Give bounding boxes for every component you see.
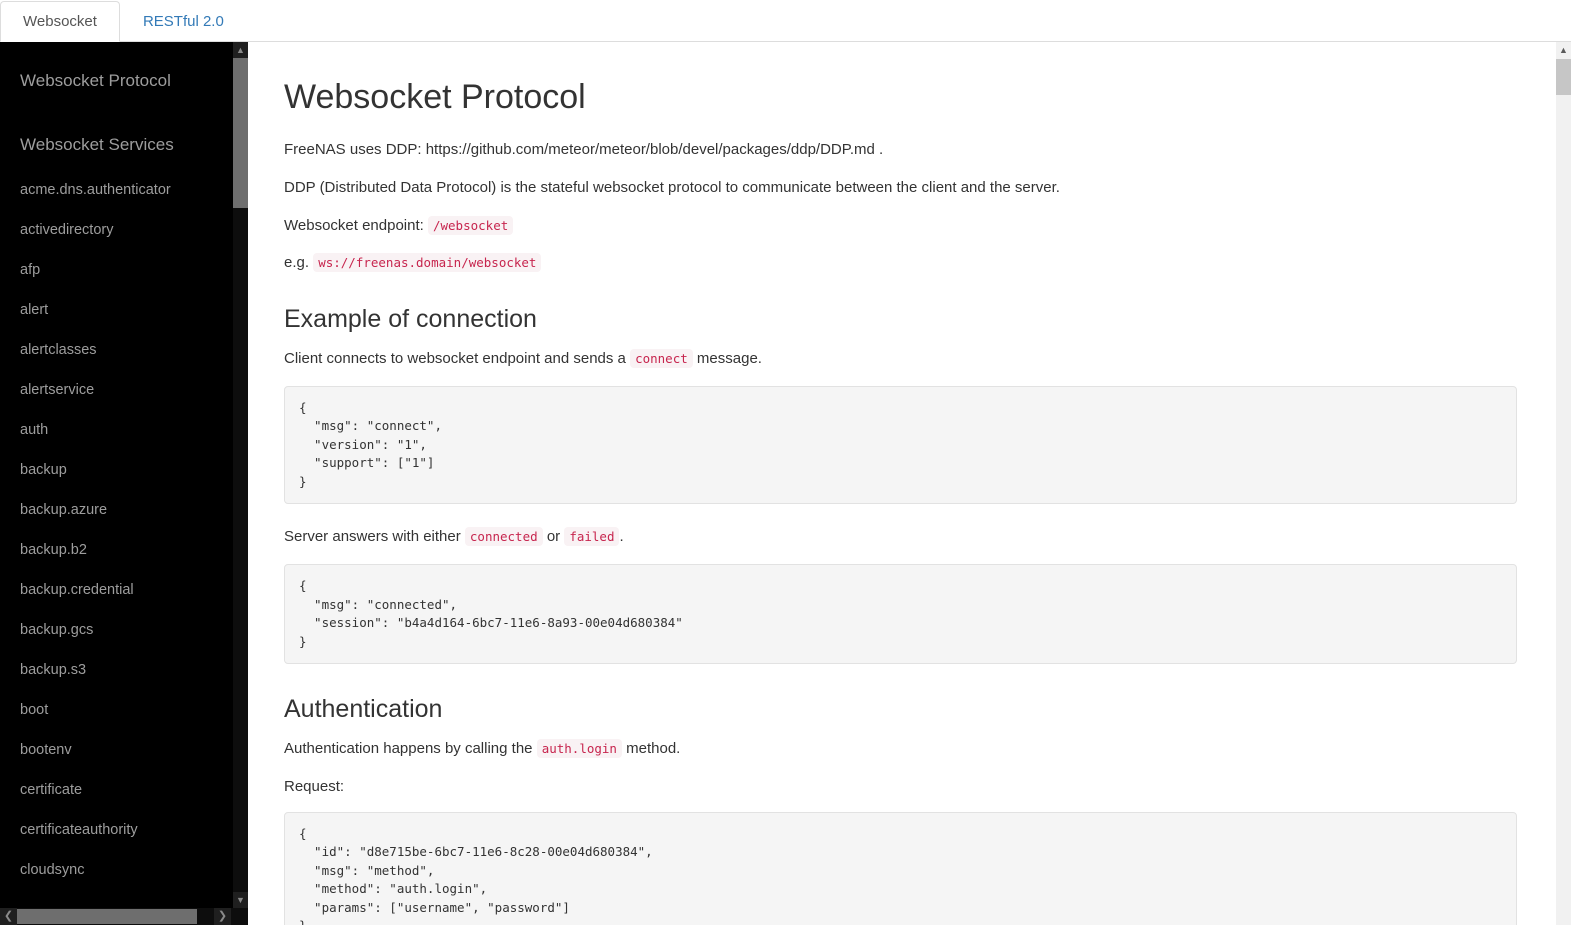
sidebar-item-boot[interactable]: boot (0, 690, 233, 730)
sidebar-item-backup-azure[interactable]: backup.azure (0, 490, 233, 530)
code-block-connected-response: { "msg": "connected", "session": "b4a4d1… (284, 564, 1517, 665)
section-heading-authentication: Authentication (284, 695, 443, 724)
sidebar-item-certificateauthority[interactable]: certificateauthority (0, 810, 233, 850)
paragraph-authentication-method: Authentication happens by calling the au… (284, 738, 1520, 760)
tab-websocket[interactable]: Websocket (0, 1, 120, 42)
sidebar-scroll-content: Websocket Protocol Websocket Services ac… (0, 42, 233, 925)
content-vertical-scrollbar[interactable]: ▲ (1556, 42, 1571, 925)
sidebar: Websocket Protocol Websocket Services ac… (0, 42, 248, 925)
tab-bar: Websocket RESTful 2.0 (0, 0, 1571, 42)
client-connects-suffix: message. (696, 350, 762, 368)
paragraph-websocket-endpoint: Websocket endpoint: /websocket (284, 215, 1520, 237)
sidebar-item-bootenv[interactable]: bootenv (0, 730, 233, 770)
sidebar-vertical-scrollbar[interactable]: ▲ ▼ (233, 42, 248, 908)
sidebar-item-backup[interactable]: backup (0, 450, 233, 490)
sidebar-item-acme-dns-authenticator[interactable]: acme.dns.authenticator (0, 170, 233, 210)
section-heading-example-of-connection: Example of connection (284, 305, 537, 334)
tab-websocket-label: Websocket (23, 13, 97, 30)
client-connects-prefix: Client connects to websocket endpoint an… (284, 350, 626, 368)
sidebar-scroll-down-icon[interactable]: ▼ (233, 892, 248, 908)
tab-restful-label: RESTful 2.0 (142, 12, 224, 30)
sidebar-vertical-scrollbar-thumb[interactable] (233, 58, 248, 208)
sidebar-item-backup-s3[interactable]: backup.s3 (0, 650, 233, 690)
server-answers-middle: or (546, 528, 561, 546)
sidebar-item-afp[interactable]: afp (0, 250, 233, 290)
auth-login-code: auth.login (536, 739, 622, 759)
page-title: Websocket Protocol (284, 78, 586, 116)
content-scroll-up-icon[interactable]: ▲ (1556, 42, 1571, 59)
auth-prefix: Authentication happens by calling the (284, 740, 533, 758)
endpoint-code: /websocket (427, 215, 514, 235)
sidebar-item-alertservice[interactable]: alertservice (0, 370, 233, 410)
main-content: Websocket Protocol FreeNAS uses DDP: htt… (248, 42, 1571, 925)
paragraph-ddp-link: FreeNAS uses DDP: https://github.com/met… (284, 141, 884, 159)
sidebar-item-backup-credential[interactable]: backup.credential (0, 570, 233, 610)
sidebar-horizontal-scrollbar-thumb[interactable] (17, 909, 197, 924)
endpoint-label: Websocket endpoint: (284, 216, 424, 234)
sidebar-horizontal-scrollbar[interactable]: ❮ ❯ (0, 908, 248, 925)
content-vertical-scrollbar-thumb[interactable] (1556, 59, 1571, 95)
code-block-auth-request: { "id": "d8e715be-6bc7-11e6-8c28-00e04d6… (284, 811, 1517, 925)
sidebar-heading-websocket-protocol[interactable]: Websocket Protocol (0, 56, 233, 106)
failed-code: failed (564, 527, 620, 547)
connect-code: connect (630, 349, 693, 369)
server-answers-prefix: Server answers with either (284, 528, 461, 546)
sidebar-item-auth[interactable]: auth (0, 410, 233, 450)
auth-suffix: method. (626, 740, 681, 758)
paragraph-ddp-description: DDP (Distributed Data Protocol) is the s… (284, 178, 1060, 196)
sidebar-item-alert[interactable]: alert (0, 290, 233, 330)
code-block-connect-request: { "msg": "connect", "version": "1", "sup… (284, 385, 1517, 505)
document-body: Websocket Protocol FreeNAS uses DDP: htt… (248, 42, 1556, 925)
sidebar-scroll-up-icon[interactable]: ▲ (233, 42, 248, 58)
paragraph-endpoint-example: e.g. ws://freenas.domain/websocket (284, 252, 1520, 274)
example-url-code: ws://freenas.domain/websocket (313, 253, 542, 273)
paragraph-client-connects: Client connects to websocket endpoint an… (284, 348, 1520, 370)
sidebar-item-activedirectory[interactable]: activedirectory (0, 210, 233, 250)
tab-restful[interactable]: RESTful 2.0 (120, 0, 247, 41)
sidebar-scroll-right-icon[interactable]: ❯ (214, 908, 231, 925)
sidebar-item-backup-b2[interactable]: backup.b2 (0, 530, 233, 570)
sidebar-item-backup-gcs[interactable]: backup.gcs (0, 610, 233, 650)
server-answers-suffix: . (619, 528, 624, 546)
paragraph-server-answers: Server answers with either connected or … (284, 526, 1520, 548)
label-request: Request: (284, 777, 345, 795)
example-label: e.g. (284, 254, 310, 272)
documentation-page: Websocket RESTful 2.0 Websocket Protocol… (0, 0, 1571, 925)
connected-code: connected (464, 527, 543, 547)
sidebar-scroll-left-icon[interactable]: ❮ (0, 908, 17, 925)
sidebar-item-alertclasses[interactable]: alertclasses (0, 330, 233, 370)
sidebar-item-certificate[interactable]: certificate (0, 770, 233, 810)
sidebar-heading-websocket-services: Websocket Services (20, 135, 174, 154)
sidebar-item-cloudsync[interactable]: cloudsync (0, 850, 233, 890)
